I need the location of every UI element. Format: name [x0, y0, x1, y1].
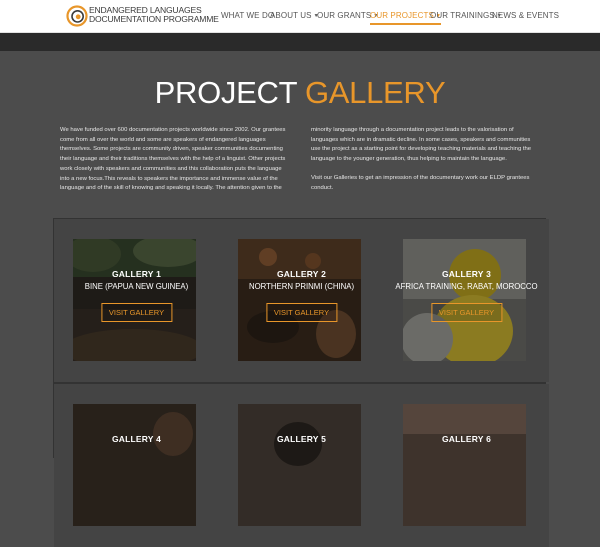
intro-paragraph: We have funded over 600 documentation pr… [60, 127, 286, 192]
gallery-5-photo [238, 404, 361, 526]
gallery-card-1[interactable]: GALLERY 1 BINE (PAPUA NEW GUINEA) VISIT … [54, 219, 219, 382]
gallery-thumbnail[interactable] [403, 239, 526, 361]
gallery-card-5[interactable]: GALLERY 5 [219, 384, 384, 547]
gallery-3-photo [403, 239, 526, 361]
gallery-1-photo [73, 239, 196, 361]
logo-text[interactable]: ENDANGERED LANGUAGES DOCUMENTATION PROGR… [89, 6, 219, 24]
nav-what-we-do[interactable]: WHAT WE DO [221, 11, 274, 20]
intro-left-column: We have funded over 600 documentation pr… [60, 126, 288, 194]
gallery-thumbnail[interactable] [73, 239, 196, 361]
visit-gallery-button[interactable]: VISIT GALLERY [265, 303, 338, 322]
intro-paragraph: minority language through a documentatio… [311, 127, 532, 163]
gallery-card-3[interactable]: GALLERY 3 AFRICA TRAINING, RABAT, MOROCC… [384, 219, 549, 382]
intro-paragraph: Visit our Galleries to get an impression… [311, 174, 530, 191]
gallery-card-6[interactable]: GALLERY 6 [384, 384, 549, 547]
gallery-thumbnail[interactable] [403, 404, 526, 526]
page-title: PROJECT GALLERY [154, 75, 446, 110]
nav-our-trainings[interactable]: OUR TRAININGS ▼ [430, 11, 502, 20]
gallery-4-photo [73, 404, 196, 526]
gallery-thumbnail[interactable] [238, 404, 361, 526]
eldp-logo-icon[interactable] [66, 5, 88, 27]
gallery-number: GALLERY 2 [276, 269, 327, 279]
intro-right-column: minority language through a documentatio… [311, 126, 539, 193]
gallery-number: GALLERY 6 [441, 434, 492, 444]
gallery-2-photo [238, 239, 361, 361]
gallery-thumbnail[interactable] [238, 239, 361, 361]
nav-about-us[interactable]: ABOUT US ▼ [270, 11, 319, 20]
hero-band [0, 33, 600, 51]
gallery-location: AFRICA TRAINING, RABAT, MOROCCO [395, 282, 538, 291]
gallery-card-4[interactable]: GALLERY 4 [54, 384, 219, 547]
gallery-location: NORTHERN PRINMI (CHINA) [248, 282, 355, 291]
gallery-card-2[interactable]: GALLERY 2 NORTHERN PRINMI (CHINA) VISIT … [219, 219, 384, 382]
gallery-number: GALLERY 4 [111, 434, 162, 444]
nav-news-events[interactable]: NEWS & EVENTS [492, 11, 559, 20]
gallery-number: GALLERY 3 [441, 269, 492, 279]
gallery-thumbnail[interactable] [73, 404, 196, 526]
gallery-6-photo [403, 404, 526, 526]
gallery-number: GALLERY 1 [111, 269, 162, 279]
gallery-location: BINE (PAPUA NEW GUINEA) [84, 282, 189, 291]
visit-gallery-button[interactable]: VISIT GALLERY [430, 303, 503, 322]
top-navbar: ENDANGERED LANGUAGES DOCUMENTATION PROGR… [0, 0, 600, 33]
logo-line-2: DOCUMENTATION PROGRAMME [89, 14, 219, 24]
visit-gallery-button[interactable]: VISIT GALLERY [100, 303, 173, 322]
gallery-number: GALLERY 5 [276, 434, 327, 444]
